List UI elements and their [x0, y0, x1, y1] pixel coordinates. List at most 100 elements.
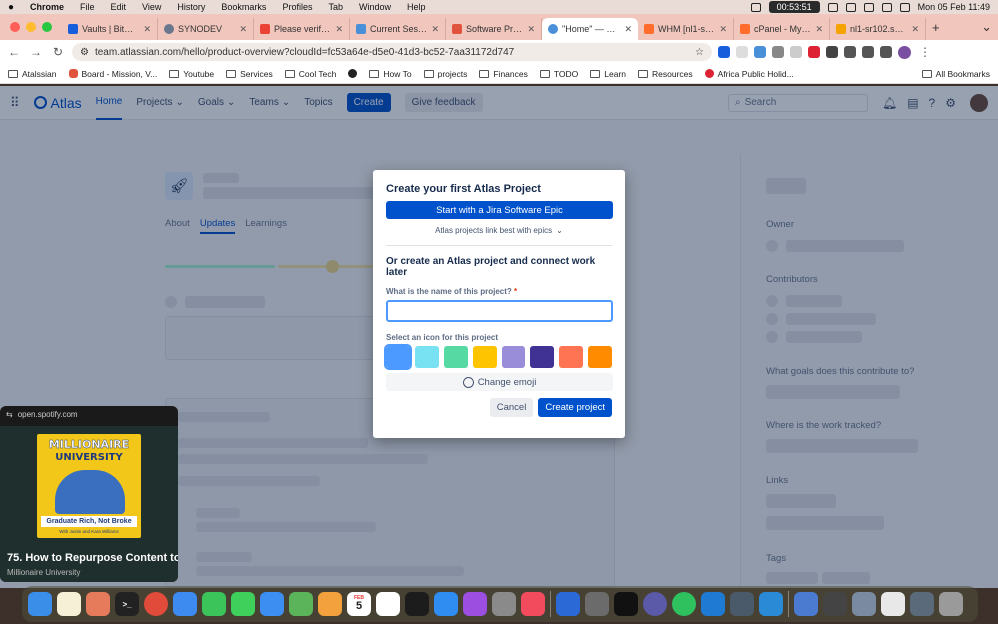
menu-window[interactable]: Window — [351, 2, 399, 12]
utilities-folder-icon[interactable] — [852, 592, 876, 616]
back-icon[interactable]: ← — [6, 45, 22, 59]
status-app-icon[interactable] — [750, 2, 761, 12]
pixelmator-icon[interactable] — [585, 592, 609, 616]
bookmark-youtube[interactable]: Youtube — [169, 69, 214, 79]
close-tab-icon[interactable]: ✕ — [719, 24, 727, 35]
close-tab-icon[interactable]: ✕ — [527, 24, 535, 35]
swatch-green[interactable] — [443, 346, 468, 368]
bookmark-services[interactable]: Services — [226, 69, 273, 79]
menu-tab[interactable]: Tab — [320, 2, 351, 12]
tab-current-session[interactable]: Current Session ✕ — [350, 18, 446, 40]
compass-extension-icon[interactable] — [790, 46, 802, 58]
jira-epic-button[interactable]: Start with a Jira Software Epic — [386, 201, 613, 219]
messages-icon[interactable] — [231, 592, 255, 616]
pen-extension-icon[interactable] — [736, 46, 748, 58]
swatch-purple[interactable] — [530, 346, 555, 368]
launchpad-icon[interactable] — [86, 592, 110, 616]
tab-nl1-sr102[interactable]: nl1-sr102.super ✕ — [830, 18, 926, 40]
address-bar[interactable]: ⚙ team.atlassian.com/hello/product-overv… — [72, 43, 712, 61]
close-tab-icon[interactable]: ✕ — [624, 24, 632, 35]
red-extension-icon[interactable] — [808, 46, 820, 58]
close-tab-icon[interactable]: ✕ — [239, 24, 247, 35]
cancel-button[interactable]: Cancel — [489, 398, 534, 417]
gear-extension-icon[interactable] — [772, 46, 784, 58]
vscode-icon[interactable] — [701, 592, 725, 616]
site-info-icon[interactable]: ⚙ — [80, 47, 89, 58]
menu-history[interactable]: History — [169, 2, 213, 12]
freeform-icon[interactable] — [376, 592, 400, 616]
menu-view[interactable]: View — [134, 2, 169, 12]
capcut-icon[interactable] — [614, 592, 638, 616]
mail-icon[interactable] — [260, 592, 284, 616]
project-name-input[interactable] — [386, 300, 613, 322]
bookmark-star-icon[interactable]: ☆ — [695, 47, 704, 58]
music-icon[interactable] — [521, 592, 545, 616]
close-window-icon[interactable] — [10, 22, 20, 32]
window-extension-icon[interactable] — [754, 46, 766, 58]
sidebar-icon[interactable] — [880, 46, 892, 58]
preview-icon[interactable] — [881, 592, 905, 616]
safari-icon[interactable] — [173, 592, 197, 616]
bookmark-resources[interactable]: Resources — [638, 69, 693, 79]
downloads-stack-icon[interactable] — [910, 592, 934, 616]
bookmark-learn[interactable]: Learn — [590, 69, 626, 79]
bookmark-africa-holidays[interactable]: Africa Public Holid... — [704, 69, 794, 79]
bookmark-todo[interactable]: TODO — [539, 69, 578, 79]
spotify-pip-window[interactable]: ⇆ open.spotify.com MILLIONAIRE UNIVERSIT… — [0, 406, 178, 582]
tab-home-active[interactable]: "Home" — webs ✕ — [542, 18, 638, 40]
timer-display[interactable]: 00:53:51 — [768, 1, 820, 13]
bookmark-finances[interactable]: Finances — [479, 69, 528, 79]
swatch-lavender[interactable] — [501, 346, 526, 368]
app-store-icon[interactable] — [434, 592, 458, 616]
menu-chrome[interactable]: Chrome — [22, 2, 72, 12]
finder-icon[interactable] — [28, 592, 52, 616]
change-emoji-button[interactable]: Change emoji — [386, 373, 613, 391]
system-settings-icon[interactable] — [492, 592, 516, 616]
podcasts-icon[interactable] — [463, 592, 487, 616]
menu-bookmarks[interactable]: Bookmarks — [213, 2, 274, 12]
bookmark-board[interactable]: Board - Mission, V... — [68, 69, 157, 79]
swatch-yellow[interactable] — [472, 346, 497, 368]
new-tab-icon[interactable]: + — [926, 20, 946, 35]
close-tab-icon[interactable]: ✕ — [911, 24, 919, 35]
bookmark-atalssian[interactable]: Atalssian — [8, 69, 57, 79]
apple-menu-icon[interactable]: ● — [0, 2, 22, 13]
create-project-button[interactable]: Create project — [538, 398, 612, 417]
menubar-clock[interactable]: Mon 05 Feb 11:49 — [918, 2, 990, 12]
mysql-workbench-icon[interactable] — [730, 592, 754, 616]
minimize-window-icon[interactable] — [26, 22, 36, 32]
bookmark-github[interactable] — [348, 69, 358, 78]
facetime-icon[interactable] — [202, 592, 226, 616]
bookmark-how-to[interactable]: How To — [369, 69, 412, 79]
sourcetree-icon[interactable] — [556, 592, 580, 616]
reload-icon[interactable]: ↻ — [50, 45, 66, 59]
download-icon[interactable] — [862, 46, 874, 58]
spotlight-icon[interactable] — [881, 2, 892, 12]
photos-icon[interactable] — [318, 592, 342, 616]
swatch-red[interactable] — [559, 346, 584, 368]
calendar-icon[interactable]: FEB 5 — [347, 592, 371, 616]
all-bookmarks[interactable]: All Bookmarks — [921, 69, 990, 79]
close-tab-icon[interactable]: ✕ — [815, 24, 823, 35]
wifi-icon[interactable] — [863, 2, 874, 12]
tab-synodev[interactable]: SYNODEV ✕ — [158, 18, 254, 40]
bbedit-icon[interactable] — [643, 592, 667, 616]
printer-icon[interactable] — [823, 592, 847, 616]
back-to-tab-icon[interactable]: ⇆ — [6, 410, 13, 419]
remote-desktop-icon[interactable] — [794, 592, 818, 616]
forward-icon[interactable]: → — [28, 45, 44, 59]
apple-tv-icon[interactable] — [405, 592, 429, 616]
control-center-icon[interactable] — [899, 2, 910, 12]
bookmark-projects[interactable]: projects — [423, 69, 467, 79]
menu-help[interactable]: Help — [399, 2, 434, 12]
swatch-blue[interactable] — [384, 344, 412, 370]
whatsapp-icon[interactable] — [672, 592, 696, 616]
tab-search-icon[interactable]: ⌄ — [975, 19, 998, 35]
close-tab-icon[interactable]: ✕ — [143, 24, 151, 35]
close-tab-icon[interactable]: ✕ — [335, 24, 343, 35]
trash-icon[interactable] — [939, 592, 963, 616]
chrome-icon[interactable] — [144, 592, 168, 616]
bookmark-cool-tech[interactable]: Cool Tech — [284, 69, 336, 79]
profile-avatar-icon[interactable] — [898, 45, 911, 59]
tab-bitwarden[interactable]: Vaults | Bitwarde ✕ — [62, 18, 158, 40]
